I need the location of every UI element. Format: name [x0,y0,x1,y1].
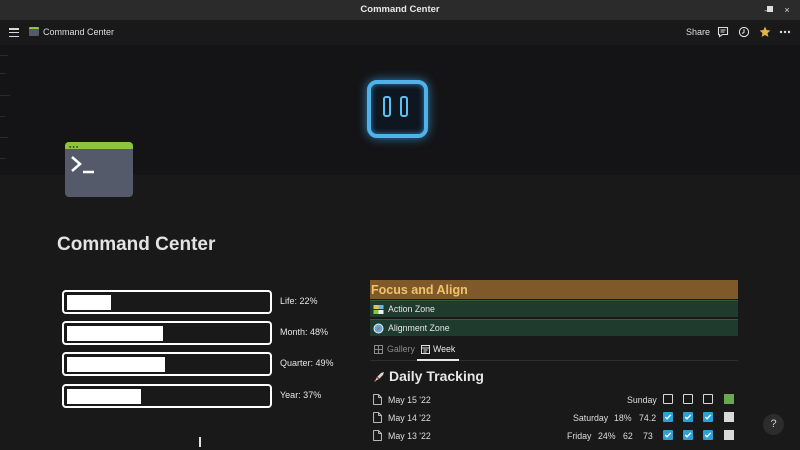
focus-align-title: Focus and Align [371,283,468,297]
row-status-square [724,412,734,422]
active-tab-indicator [417,359,459,361]
document-icon [373,412,382,423]
progress-label: Life: 22% [280,296,318,306]
action-zone-icon [373,305,384,314]
daily-row[interactable]: May 13 '22 Friday 24% 62 73 [370,428,738,445]
row-checkbox[interactable] [663,394,673,404]
breadcrumb[interactable]: Command Center [43,27,114,37]
row-checkbox[interactable] [683,412,693,422]
progress-bar [62,384,272,408]
row-checkbox[interactable] [683,430,693,440]
progress-bar [62,321,272,345]
text-cursor [199,437,201,447]
window-title: Command Center [360,4,440,15]
action-zone-link[interactable]: Action Zone [370,300,738,317]
share-button[interactable]: Share [686,27,710,37]
alignment-zone-link[interactable]: Alignment Zone [370,319,738,336]
compass-icon [373,323,384,334]
focus-align-header: Focus and Align [370,280,738,299]
row-checkbox[interactable] [703,394,713,404]
window-titlebar: Command Center – × [0,0,800,21]
alignment-zone-label: Alignment Zone [388,323,450,333]
row-date: May 15 '22 [388,395,431,405]
page-title: Command Center [57,234,216,255]
row-status-square [724,394,734,404]
calendar-icon [421,345,430,354]
row-checkbox[interactable] [703,430,713,440]
document-icon [373,430,382,441]
row-percent: 18% [614,413,632,423]
more-options-icon[interactable] [779,26,791,38]
comment-icon[interactable] [717,26,729,38]
row-checkbox[interactable] [703,412,713,422]
row-weekday: Sunday [627,395,657,405]
progress-fill [67,326,163,341]
tab-gallery[interactable]: Gallery [387,344,415,354]
rocket-icon [374,372,384,382]
menu-icon[interactable] [9,28,19,38]
help-button[interactable]: ? [763,414,784,435]
row-percent: 24% [598,431,616,441]
daily-row[interactable]: May 15 '22 Sunday [370,392,738,409]
favorite-star-icon[interactable] [759,26,771,38]
clock-icon[interactable] [738,26,750,38]
gallery-icon [374,345,383,354]
row-checkbox[interactable] [683,394,693,404]
progress-fill [67,295,111,310]
progress-bar [62,290,272,314]
row-weekday: Friday [567,431,592,441]
row-metric-a: 74.2 [639,413,657,423]
progress-label: Month: 48% [280,327,329,337]
row-metric-a: 62 [623,431,633,441]
app-topbar: Command Center Share [0,21,800,45]
progress-fill [67,389,141,404]
progress-label: Year: 37% [280,390,322,400]
row-date: May 13 '22 [388,431,431,441]
progress-bar [62,352,272,376]
row-checkbox[interactable] [663,430,673,440]
close-icon[interactable]: × [780,3,794,17]
progress-label: Quarter: 49% [280,358,334,368]
daily-row[interactable]: May 14 '22 Saturday 18% 74.2 [370,410,738,427]
terminal-page-icon[interactable]: ●●● [65,142,133,197]
row-weekday: Saturday [573,413,609,423]
row-metric-b: 73 [643,431,653,441]
daily-tracking-title: Daily Tracking [389,368,484,384]
document-icon [373,394,382,405]
page-icon-small [29,27,39,36]
row-date: May 14 '22 [388,413,431,423]
maximize-icon[interactable] [763,2,777,16]
progress-fill [67,357,165,372]
action-zone-label: Action Zone [388,304,435,314]
tab-week[interactable]: Week [433,344,455,354]
pause-logo-icon [367,80,428,138]
view-tabs: Gallery Week [370,340,738,361]
row-checkbox[interactable] [663,412,673,422]
row-status-square [724,430,734,440]
